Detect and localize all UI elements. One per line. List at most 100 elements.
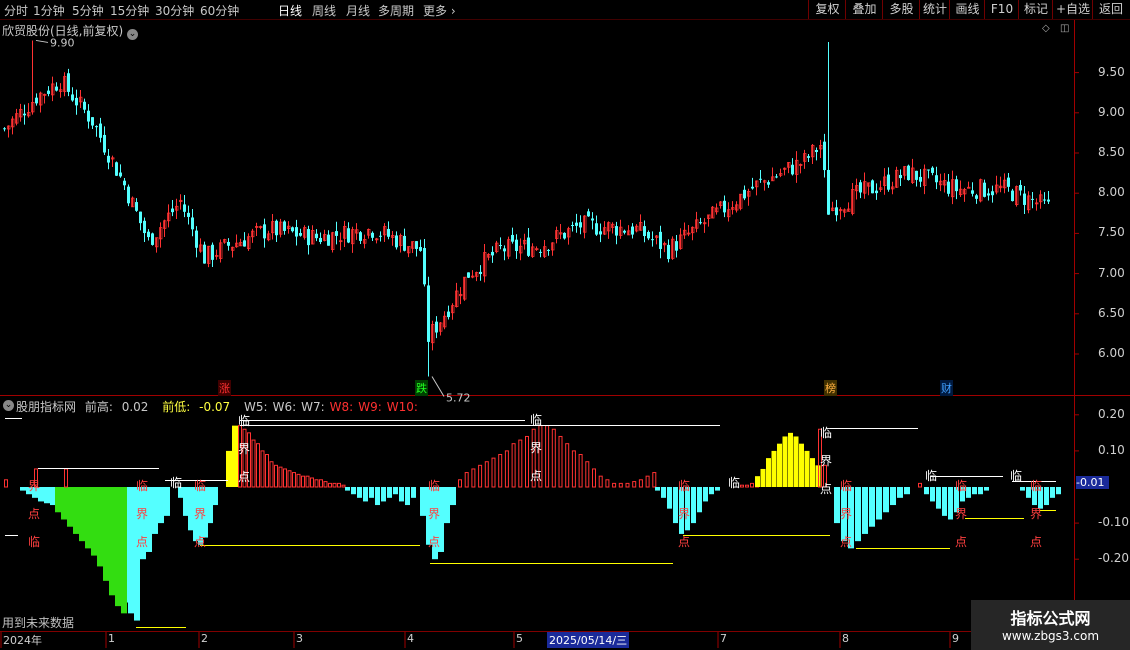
candle-body — [971, 190, 974, 194]
indicator-bar — [278, 466, 283, 488]
indicator-axis-label: -0.10 — [1098, 515, 1130, 530]
candle-body — [467, 272, 470, 278]
event-mark[interactable]: 财 — [940, 380, 953, 396]
indicator-bar — [332, 482, 337, 488]
indicator-bar — [709, 487, 714, 495]
indicator-bar — [208, 487, 213, 524]
critical-point-label: 点 — [530, 469, 542, 483]
indicator-bar — [972, 487, 977, 495]
candle-body — [743, 189, 746, 199]
front-high-value: 0.02 — [121, 400, 149, 414]
indicator-bar — [936, 487, 941, 509]
candle-body — [139, 211, 142, 224]
candle-body — [651, 239, 654, 241]
candle-body — [991, 191, 994, 196]
candle-body — [791, 164, 794, 175]
candle-body — [191, 217, 194, 230]
diamond-icon[interactable]: ◇ — [1042, 23, 1050, 34]
candle-body — [415, 241, 418, 249]
indicator-bar — [862, 487, 868, 534]
critical-point-label: 临 — [840, 479, 852, 493]
indicator-bar — [598, 475, 603, 488]
event-mark[interactable]: 跌 — [415, 380, 428, 396]
critical-point-label: 临 — [678, 479, 690, 493]
indicator-bar — [491, 457, 496, 488]
indicator-bar — [464, 472, 469, 488]
candle-body — [1011, 190, 1014, 202]
indicator-bar — [715, 487, 720, 491]
candle-body — [491, 251, 494, 256]
critical-point-label: 点 — [678, 535, 690, 549]
candle-body — [675, 241, 678, 251]
indicator-bar — [357, 487, 362, 498]
candle-body — [91, 117, 94, 126]
candle-body — [395, 235, 398, 248]
event-mark[interactable]: 榜 — [824, 380, 837, 396]
critical-point-label: 点 — [1030, 535, 1042, 549]
critical-point-label: 临 — [194, 479, 206, 493]
indicator-bar — [450, 487, 456, 506]
candle-body — [379, 235, 382, 237]
kline-chart[interactable]: 9.905.72界点临临界点临界点临界点临界点临界点临界点临界点 临界点临界点临界… — [0, 0, 1130, 650]
candle-body — [815, 149, 818, 153]
candle-body — [295, 227, 298, 237]
indicator-bar — [345, 487, 350, 491]
candle-body — [515, 239, 518, 251]
event-mark[interactable]: 涨 — [218, 380, 231, 396]
indicator-bar — [296, 473, 301, 488]
candle-body — [511, 234, 514, 242]
candle-body — [187, 212, 190, 217]
indicator-bar — [91, 487, 97, 556]
critical-point-label: 临 — [728, 476, 740, 490]
candle-body — [1007, 177, 1010, 187]
critical-point-label: 临 — [170, 476, 182, 490]
indicator-bar — [164, 487, 170, 516]
indicator-name[interactable]: 股朋指标网 — [16, 400, 76, 414]
candle-body — [275, 220, 278, 236]
candle-body — [423, 248, 426, 285]
critical-point-label: 界 — [136, 507, 148, 521]
candle-body — [419, 247, 422, 251]
indicator-bar — [20, 487, 26, 491]
critical-point-label: 临 — [1030, 479, 1042, 493]
indicator-bar — [328, 482, 332, 488]
candle-body — [767, 182, 770, 185]
indicator-bar — [697, 487, 702, 513]
chevron-down-icon[interactable]: ⌄ — [127, 29, 139, 40]
price-axis-label: 6.50 — [1098, 305, 1125, 320]
critical-point-label: 临 — [428, 479, 440, 493]
candle-body — [171, 208, 174, 213]
date-tick-label: 1 — [108, 632, 115, 645]
indicator-bar — [4, 479, 8, 488]
indicator-bar — [777, 443, 782, 487]
date-tick-label: 2 — [201, 632, 208, 645]
indicator-bar — [274, 464, 278, 488]
candle-body — [931, 167, 934, 173]
indicator-bar — [782, 436, 788, 487]
candle-body — [347, 228, 350, 243]
indicator-bar — [612, 482, 617, 488]
candle-body — [1047, 199, 1050, 202]
candle-body — [983, 182, 986, 197]
indicator-bar — [755, 476, 760, 487]
indicator-bar — [351, 487, 356, 495]
indicator-bar — [484, 461, 489, 488]
low-arrow — [431, 376, 445, 397]
candle-body — [75, 97, 78, 106]
candle-body — [955, 179, 958, 192]
candle-body — [315, 233, 318, 239]
indicator-bar — [632, 481, 637, 488]
indicator-bar — [571, 450, 576, 488]
candle-body — [987, 193, 990, 196]
indicator-bar — [750, 482, 754, 488]
window-toggle-icon[interactable]: ◫ — [1060, 23, 1069, 34]
indicator-bar — [625, 482, 630, 488]
indicator-menu-icon[interactable]: ⌄ — [3, 400, 14, 411]
candle-body — [1019, 184, 1022, 191]
indicator-bar — [292, 472, 296, 488]
candle-body — [115, 162, 118, 176]
critical-point-label: 界 — [194, 507, 206, 521]
candle-body — [67, 73, 70, 92]
candle-body — [887, 174, 890, 190]
indicator-bar — [444, 487, 450, 524]
